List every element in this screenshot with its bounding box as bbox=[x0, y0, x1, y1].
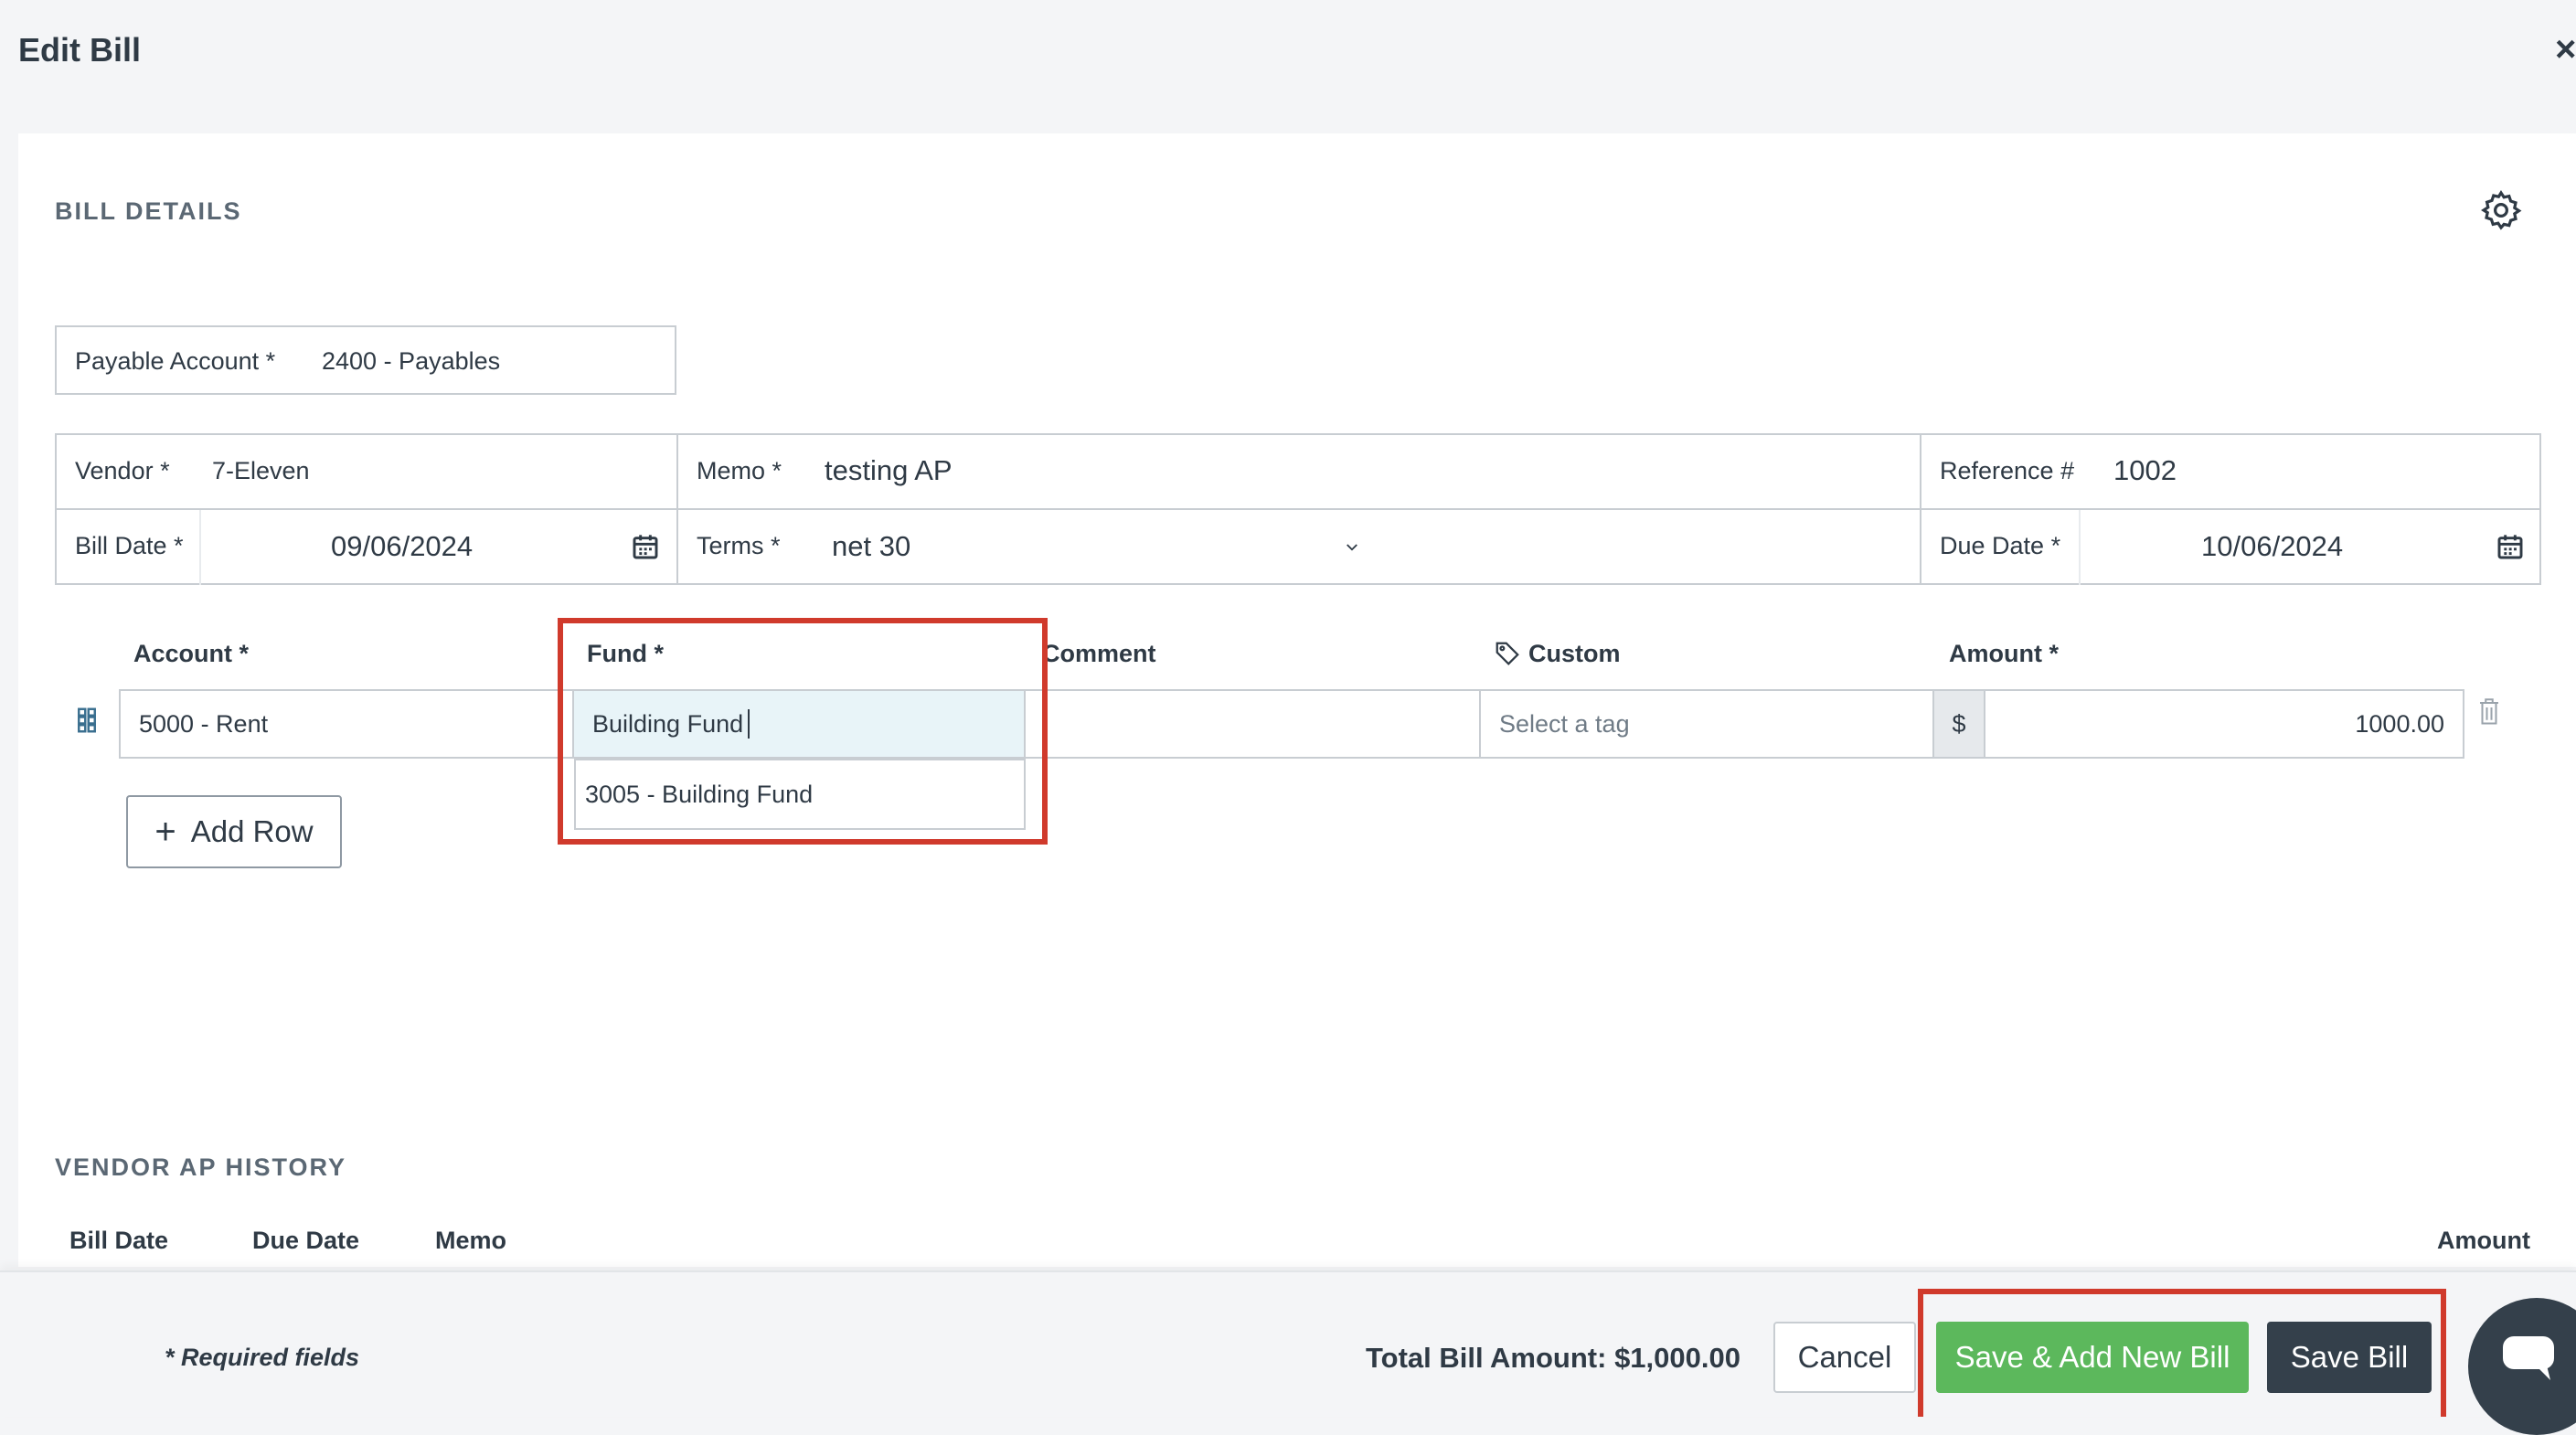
amount-value: 1000.00 bbox=[2355, 710, 2444, 738]
cancel-button[interactable]: Cancel bbox=[1773, 1322, 1916, 1393]
memo-field[interactable]: Memo * testing AP bbox=[678, 435, 1920, 508]
gear-icon[interactable] bbox=[2479, 188, 2523, 232]
payable-account-value: 2400 - Payables bbox=[322, 347, 501, 375]
reference-field[interactable]: Reference # 1002 bbox=[1921, 435, 2541, 508]
history-column-bill-date: Bill Date bbox=[69, 1227, 169, 1254]
amount-input[interactable]: 1000.00 bbox=[1984, 691, 2463, 757]
modal-title: Edit Bill bbox=[18, 31, 141, 69]
due-date-value: 10/06/2024 bbox=[2201, 530, 2344, 562]
terms-select[interactable]: Terms * net 30 bbox=[678, 510, 1920, 585]
drag-handle-icon[interactable] bbox=[77, 707, 97, 733]
tag-icon bbox=[1496, 642, 1519, 665]
total-bill-amount: Total Bill Amount: $1,000.00 bbox=[1366, 1342, 1740, 1374]
add-row-button[interactable]: + Add Row bbox=[126, 795, 342, 868]
fund-highlight-box bbox=[558, 618, 1048, 845]
custom-column-header: Custom bbox=[1528, 640, 1621, 667]
history-column-amount: Amount bbox=[2437, 1227, 2530, 1254]
add-row-label: Add Row bbox=[190, 814, 314, 848]
chevron-down-icon bbox=[1347, 544, 1357, 551]
bill-date-field[interactable]: Bill Date * 09/06/2024 bbox=[57, 510, 676, 585]
comment-column-header: Comment bbox=[1042, 640, 1156, 667]
plus-icon: + bbox=[154, 811, 176, 852]
bill-details-heading: BILL DETAILS bbox=[55, 197, 242, 225]
required-fields-note: * Required fields bbox=[165, 1344, 360, 1371]
currency-symbol: $ bbox=[1952, 709, 1966, 738]
trash-icon[interactable] bbox=[2477, 698, 2501, 726]
memo-value: testing AP bbox=[825, 454, 953, 486]
account-value: 5000 - Rent bbox=[139, 710, 269, 738]
vendor-value: 7-Eleven bbox=[212, 457, 310, 484]
account-column-header: Account * bbox=[133, 640, 250, 667]
chat-icon bbox=[2503, 1336, 2554, 1380]
payable-account-label: Payable Account * bbox=[75, 347, 276, 375]
vendor-label: Vendor * bbox=[75, 457, 170, 484]
reference-value: 1002 bbox=[2113, 454, 2177, 486]
calendar-icon[interactable] bbox=[631, 532, 660, 561]
terms-value: net 30 bbox=[832, 530, 911, 562]
close-button[interactable]: × bbox=[2555, 31, 2576, 68]
save-buttons-highlight-box bbox=[1918, 1289, 2446, 1417]
payable-account-field[interactable]: Payable Account * 2400 - Payables bbox=[55, 325, 676, 395]
vendor-ap-history-heading: VENDOR AP HISTORY bbox=[55, 1153, 347, 1181]
memo-label: Memo * bbox=[697, 457, 782, 484]
calendar-icon[interactable] bbox=[2496, 532, 2525, 561]
account-input[interactable]: 5000 - Rent bbox=[121, 691, 570, 757]
custom-tag-select[interactable]: Select a tag bbox=[1479, 691, 1932, 757]
amount-column-header: Amount * bbox=[1949, 640, 2059, 667]
custom-tag-placeholder: Select a tag bbox=[1499, 710, 1630, 738]
reference-label: Reference # bbox=[1940, 457, 2075, 484]
comment-input[interactable] bbox=[1027, 691, 1479, 757]
bill-date-value: 09/06/2024 bbox=[331, 530, 474, 562]
history-column-memo: Memo bbox=[435, 1227, 507, 1254]
bill-date-label: Bill Date * bbox=[75, 532, 184, 559]
history-column-due-date: Due Date bbox=[252, 1227, 360, 1254]
currency-addon: $ bbox=[1932, 691, 1984, 757]
terms-label: Terms * bbox=[697, 532, 781, 559]
due-date-label: Due Date * bbox=[1940, 532, 2061, 559]
vendor-field[interactable]: Vendor * 7-Eleven bbox=[57, 435, 676, 508]
bill-details-grid: Vendor * 7-Eleven Memo * testing AP Refe… bbox=[55, 433, 2541, 585]
due-date-field[interactable]: Due Date * 10/06/2024 bbox=[1921, 510, 2541, 585]
